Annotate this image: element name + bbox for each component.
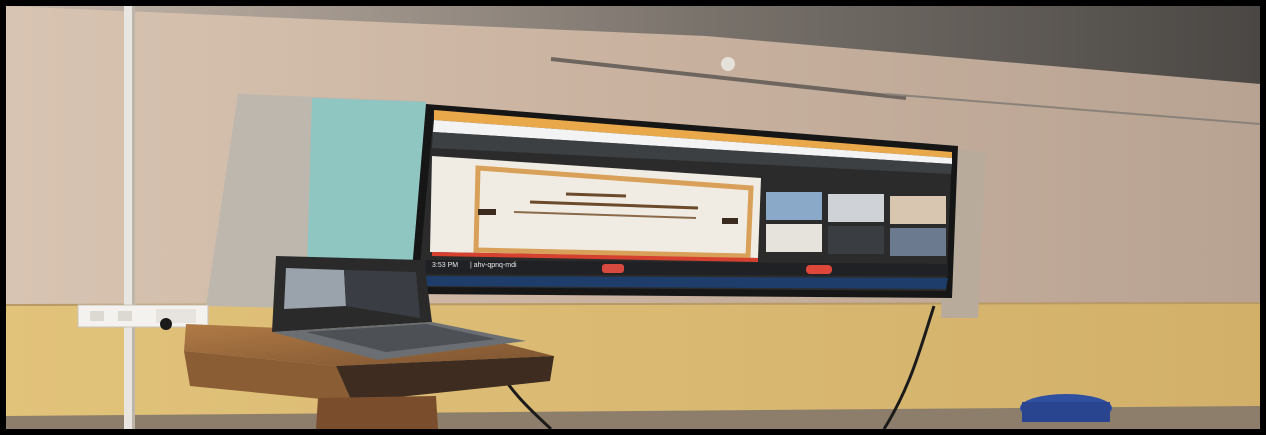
participant-tile[interactable] [766, 224, 822, 252]
participant-tile[interactable] [828, 194, 884, 222]
laptop-screen [284, 268, 346, 309]
ceiling-fixture [721, 57, 735, 71]
participant-tile[interactable] [890, 196, 946, 224]
mic-button [602, 264, 624, 273]
meeting-code: | ahv-qpnq-mdi [470, 262, 517, 269]
meeting-clock: 3:53 PM [432, 262, 459, 269]
slide-left-tab [478, 209, 496, 215]
slide-right-tab [722, 218, 738, 224]
podium-stand [316, 396, 438, 429]
photo-frame: 3:53 PM | ahv-qpnq-mdi [0, 0, 1266, 435]
participant-tile[interactable] [766, 192, 822, 220]
photo-scene [6, 6, 1260, 429]
participant-tile[interactable] [890, 228, 946, 256]
conduit-pipe [124, 6, 133, 429]
participant-tile[interactable] [828, 226, 884, 254]
end-call-button [806, 265, 832, 274]
